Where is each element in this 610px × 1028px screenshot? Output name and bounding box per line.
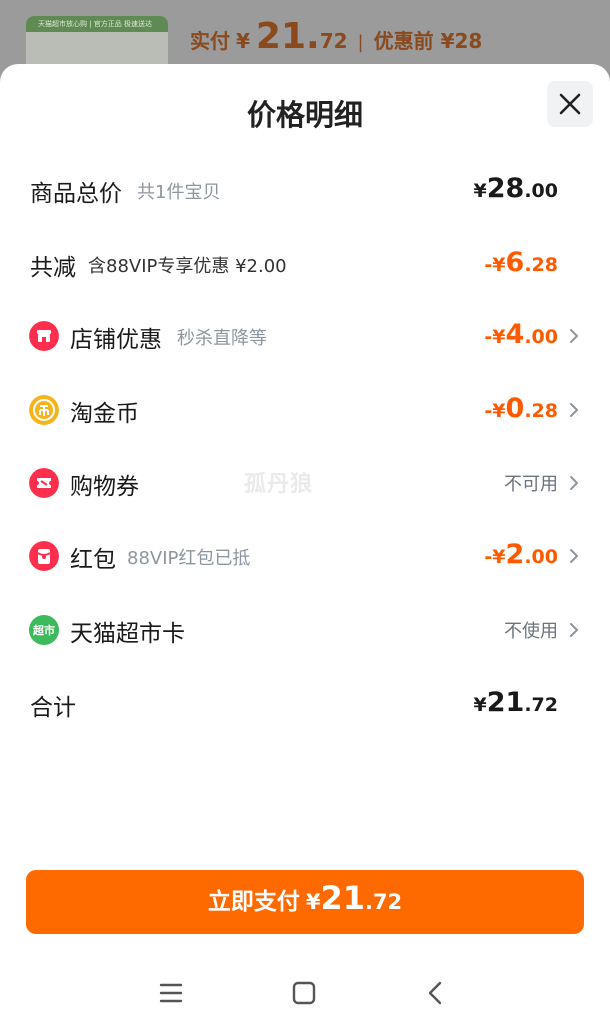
goods-total-amount: ¥ 28 .00 bbox=[474, 173, 558, 204]
row-store-discount[interactable]: 店铺优惠 秒杀直降等 -¥ 4 .00 bbox=[0, 313, 610, 359]
red-packet-icon bbox=[29, 541, 59, 571]
sum-dec: .72 bbox=[524, 694, 558, 716]
taojinbi-int: 0 bbox=[505, 393, 525, 424]
store-discount-dec: .00 bbox=[524, 326, 558, 348]
thumbnail-strip-text: 天猫超市放心购 | 官方正品 极速送达 bbox=[26, 16, 168, 32]
sum-yen: ¥ bbox=[473, 694, 487, 716]
watermark: 孤丹狼 bbox=[244, 472, 314, 497]
menu-icon[interactable] bbox=[158, 980, 184, 1006]
total-reduce-sub: 含88VIP专享优惠 ¥2.00 bbox=[88, 256, 287, 277]
total-reduce-dec: .28 bbox=[524, 254, 558, 276]
sum-int: 21 bbox=[486, 687, 525, 718]
pay-button-label: 立即支付 bbox=[207, 889, 300, 915]
sum-amount: ¥ 21 .72 bbox=[474, 687, 558, 718]
chevron-right-icon bbox=[570, 549, 578, 563]
row-redpacket[interactable]: 红包 88VIP红包已抵 -¥ 2 .00 bbox=[0, 533, 610, 579]
home-square-icon[interactable] bbox=[290, 979, 318, 1007]
pay-now-button[interactable]: 立即支付 ¥ 21 .72 bbox=[26, 870, 584, 934]
redpacket-amount: -¥ 2 .00 bbox=[484, 539, 558, 570]
redpacket-yen: -¥ bbox=[484, 546, 506, 568]
redpacket-int: 2 bbox=[505, 539, 525, 570]
goods-total-int: 28 bbox=[486, 173, 525, 204]
taojinbi-yen: -¥ bbox=[484, 400, 506, 422]
pay-button-int: 21 bbox=[320, 879, 365, 917]
goods-total-dec: .00 bbox=[524, 180, 558, 202]
chevron-right-icon bbox=[570, 329, 578, 343]
chevron-right-icon bbox=[570, 623, 578, 637]
background-price-summary: 实付 ¥ 21. 72 | 优惠前 ¥28 bbox=[190, 16, 482, 66]
chevron-right-icon bbox=[570, 476, 578, 490]
sheet-title: 价格明细 bbox=[246, 98, 363, 132]
row-total-reduce: 共减 含88VIP专享优惠 ¥2.00 -¥ 6 .28 bbox=[0, 241, 610, 287]
row-tmall-card[interactable]: 超市 天猫超市卡 不使用 bbox=[0, 607, 610, 653]
tmall-card-label: 天猫超市卡 bbox=[70, 621, 185, 647]
total-reduce-amount: -¥ 6 .28 bbox=[484, 247, 558, 278]
coin-icon bbox=[29, 395, 59, 425]
system-nav-bar bbox=[0, 960, 610, 1028]
paid-yen: ¥ bbox=[236, 29, 250, 53]
store-discount-amount: -¥ 4 .00 bbox=[484, 319, 558, 350]
paid-label: 实付 bbox=[190, 29, 230, 53]
row-taojinbi[interactable]: 淘金币 -¥ 0 .28 bbox=[0, 387, 610, 433]
close-icon bbox=[559, 93, 581, 115]
paid-amount-int: 21. bbox=[255, 16, 320, 57]
store-icon bbox=[29, 321, 59, 351]
total-reduce-label: 共减 bbox=[30, 255, 76, 281]
before-discount-price: 优惠前 ¥28 bbox=[373, 29, 483, 53]
row-goods-total: 商品总价 共1件宝贝 ¥ 28 .00 bbox=[0, 167, 610, 213]
taojinbi-dec: .28 bbox=[524, 400, 558, 422]
taojinbi-amount: -¥ 0 .28 bbox=[484, 393, 558, 424]
close-button[interactable] bbox=[547, 81, 593, 127]
redpacket-dec: .00 bbox=[524, 546, 558, 568]
taojinbi-label: 淘金币 bbox=[70, 401, 139, 427]
goods-total-sub: 共1件宝贝 bbox=[137, 182, 221, 203]
back-arrow-icon[interactable] bbox=[424, 979, 448, 1007]
redpacket-label: 红包 bbox=[70, 547, 116, 573]
pay-button-yen: ¥ bbox=[305, 890, 321, 914]
store-discount-label: 店铺优惠 bbox=[70, 327, 162, 353]
paid-amount-dec: 72 bbox=[319, 29, 348, 53]
chevron-right-icon bbox=[570, 403, 578, 417]
sum-label: 合计 bbox=[30, 695, 76, 721]
goods-total-label: 商品总价 bbox=[30, 181, 122, 207]
pay-button-dec: .72 bbox=[364, 890, 403, 914]
coupon-label: 购物券 bbox=[70, 474, 139, 500]
coupon-status: 不可用 bbox=[504, 474, 558, 495]
row-sum: 合计 ¥ 21 .72 bbox=[0, 681, 610, 727]
store-discount-sub: 秒杀直降等 bbox=[177, 328, 267, 349]
total-reduce-int: 6 bbox=[505, 247, 525, 278]
tmall-supermarket-icon: 超市 bbox=[29, 615, 59, 645]
store-discount-yen: -¥ bbox=[484, 326, 506, 348]
price-separator: | bbox=[357, 32, 364, 53]
store-discount-int: 4 bbox=[505, 319, 525, 350]
total-reduce-yen: -¥ bbox=[484, 254, 506, 276]
tmall-icon-text: 超市 bbox=[33, 624, 55, 637]
redpacket-sub: 88VIP红包已抵 bbox=[127, 548, 251, 569]
coupon-icon bbox=[29, 468, 59, 498]
tmall-card-status: 不使用 bbox=[504, 621, 558, 642]
goods-total-yen: ¥ bbox=[473, 180, 487, 202]
